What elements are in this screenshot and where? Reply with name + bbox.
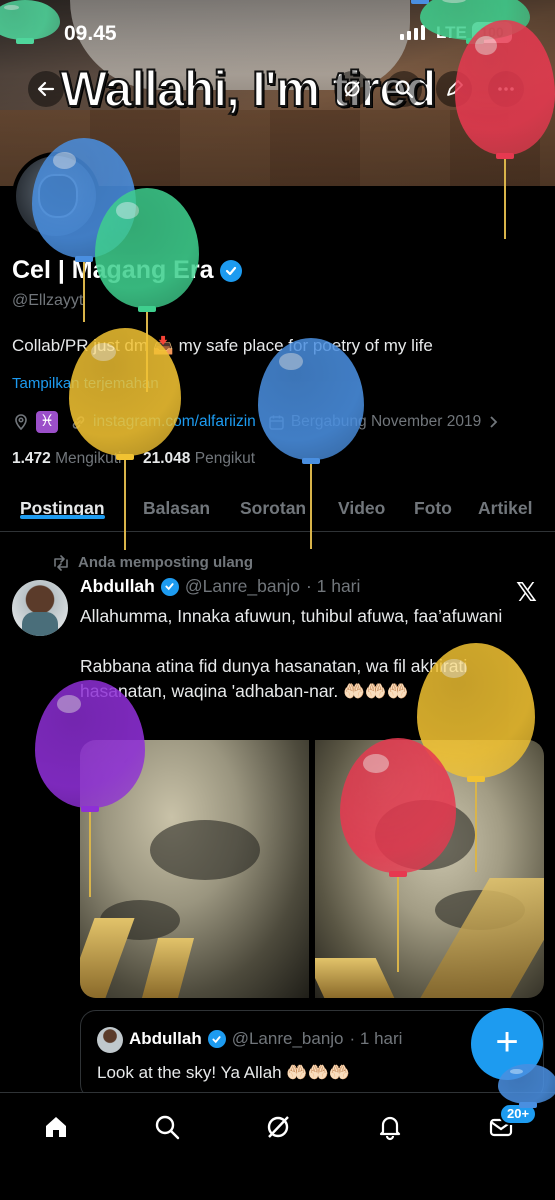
- bottom-nav: [0, 1092, 555, 1200]
- post-author-name[interactable]: Abdullah: [80, 576, 155, 597]
- tab-foto[interactable]: Foto: [414, 488, 452, 519]
- grok-icon[interactable]: [334, 71, 370, 107]
- balloon-decoration: [0, 0, 60, 48]
- location-icon: [15, 414, 27, 431]
- quote-time: · 1 hari: [349, 1029, 403, 1048]
- back-arrow-icon[interactable]: [28, 71, 64, 107]
- quote-author-name: Abdullah: [129, 1029, 202, 1048]
- repost-icon: [54, 554, 68, 571]
- balloon-decoration: [35, 680, 145, 901]
- status-time: 09.45: [64, 22, 117, 45]
- verified-icon: [219, 259, 242, 282]
- zodiac-emoji: ♓: [36, 411, 58, 433]
- notifications-icon[interactable]: [370, 1107, 410, 1147]
- verified-icon: [160, 577, 179, 596]
- grok-icon[interactable]: [258, 1107, 298, 1147]
- balloon-decoration: [498, 1064, 555, 1112]
- quote-author-handle: @Lanre_banjo: [231, 1029, 344, 1048]
- search-icon[interactable]: [147, 1107, 187, 1147]
- post-author-handle[interactable]: @Lanre_banjo: [185, 576, 300, 597]
- chevron-right-icon[interactable]: [487, 415, 499, 429]
- home-icon[interactable]: [36, 1107, 76, 1147]
- balloon-decoration: [340, 738, 456, 976]
- quote-author-avatar: [97, 1027, 123, 1053]
- banner-caption: Wallahi, I'm tired: [59, 60, 437, 118]
- quote-header: Abdullah @Lanre_banjo · 1 hari: [129, 1029, 402, 1049]
- post-header: Abdullah @Lanre_banjo · 1 hari: [80, 576, 360, 597]
- tab-artikel[interactable]: Artikel: [478, 488, 532, 519]
- balloon-decoration: [455, 20, 555, 243]
- post-author-avatar[interactable]: [12, 580, 68, 636]
- verified-icon: [207, 1030, 226, 1048]
- quote-text: Look at the sky! Ya Allah 🤲🏻🤲🏻🤲🏻: [97, 1063, 350, 1082]
- balloon-decoration: [69, 328, 181, 554]
- repost-indicator: Anda memposting ulang: [52, 554, 253, 571]
- search-icon[interactable]: [386, 71, 422, 107]
- balloon-decoration: [258, 338, 364, 553]
- post-time: · 1 hari: [305, 576, 361, 596]
